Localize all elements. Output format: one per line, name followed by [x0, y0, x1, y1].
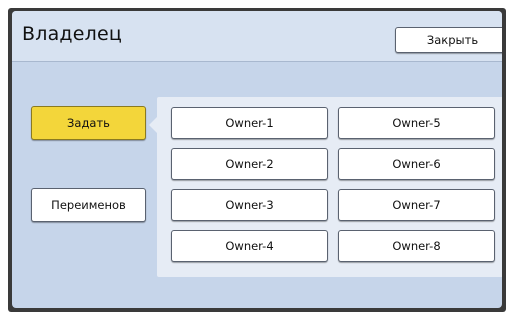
page-title: Владелец: [22, 23, 123, 45]
owner-3-button[interactable]: Owner-3: [171, 189, 328, 221]
owner-dialog: Владелец Закрыть Задать Переименов Owner…: [12, 11, 502, 308]
set-button[interactable]: Задать: [31, 106, 146, 140]
dialog-header: Владелец Закрыть: [12, 11, 502, 62]
owner-4-button[interactable]: Owner-4: [171, 230, 328, 262]
owner-2-button[interactable]: Owner-2: [171, 148, 328, 180]
owner-1-button[interactable]: Owner-1: [171, 107, 328, 139]
owner-7-button[interactable]: Owner-7: [338, 189, 495, 221]
close-button[interactable]: Закрыть: [395, 27, 502, 53]
owner-6-button[interactable]: Owner-6: [338, 148, 495, 180]
rename-button[interactable]: Переименов: [31, 188, 146, 222]
owner-5-button[interactable]: Owner-5: [338, 107, 495, 139]
device-screen: Владелец Закрыть Задать Переименов Owner…: [8, 8, 506, 312]
owner-list-area: Owner-1 Owner-2 Owner-3 Owner-4 Owner-5 …: [157, 97, 502, 277]
owner-8-button[interactable]: Owner-8: [338, 230, 495, 262]
